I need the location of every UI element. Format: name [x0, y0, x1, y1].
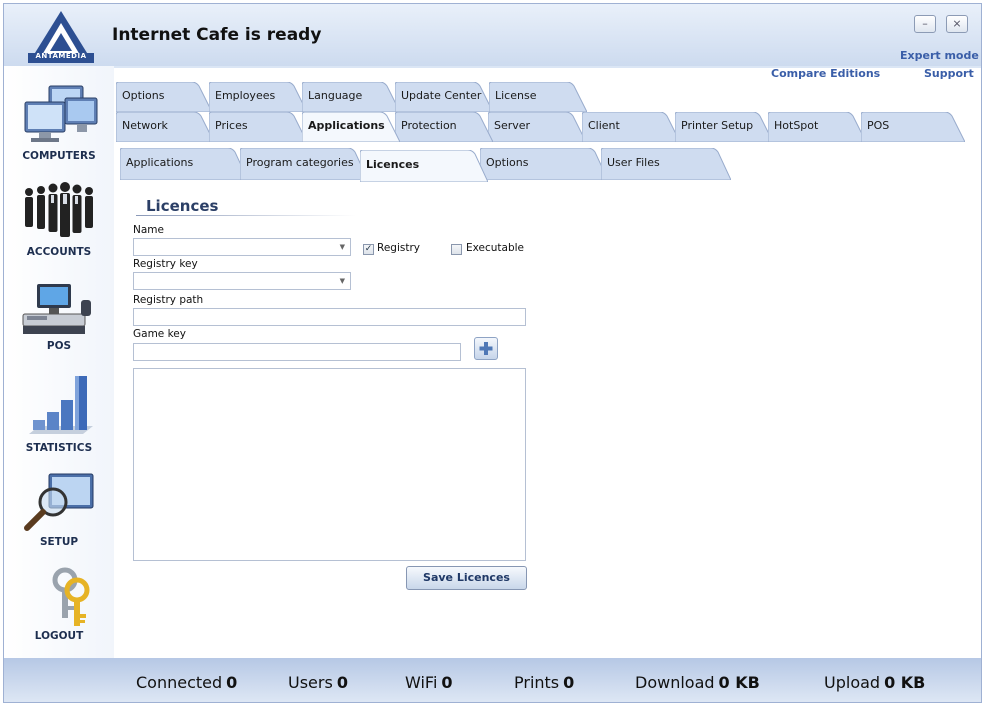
subtab-options[interactable]: Options — [480, 148, 608, 180]
licences-list[interactable] — [133, 368, 526, 561]
sidebar-item-computers[interactable]: COMPUTERS — [4, 84, 114, 162]
tab-language[interactable]: Language — [302, 82, 400, 112]
sidebar-item-label: POS — [46, 340, 72, 352]
subtab-program-categories[interactable]: Program categories — [240, 148, 368, 180]
tab-client[interactable]: Client — [582, 112, 680, 142]
title-bar: ANTAMEDIA Internet Cafe is ready – ⨯ Exp… — [4, 4, 981, 66]
status-connected: Connected 0 — [136, 673, 238, 692]
sidebar: COMPUTERS ACCOUNTS POS STATISTICS SETUP … — [4, 66, 114, 658]
setup-icon — [24, 473, 94, 531]
name-combo[interactable]: ▼ — [133, 238, 351, 256]
tab-license[interactable]: License — [489, 82, 587, 112]
section-divider — [136, 215, 356, 216]
subtab-applications[interactable]: Applications — [120, 148, 248, 180]
add-game-key-button[interactable] — [474, 337, 498, 360]
sidebar-item-label: STATISTICS — [25, 442, 93, 454]
name-label: Name — [133, 224, 164, 236]
sidebar-item-label: COMPUTERS — [22, 150, 96, 162]
statistics-icon — [29, 376, 93, 434]
executable-checkbox[interactable] — [451, 244, 462, 255]
status-users: Users 0 — [288, 673, 348, 692]
subtab-user-files[interactable]: User Files — [601, 148, 731, 180]
status-prints: Prints 0 — [514, 673, 575, 692]
registry-checkbox[interactable]: ✓ — [363, 244, 374, 255]
support-link[interactable]: Support — [924, 67, 974, 80]
tab-employees[interactable]: Employees — [209, 82, 307, 112]
expert-mode-link[interactable]: Expert mode — [900, 49, 979, 62]
plus-icon — [479, 342, 493, 355]
keys-icon — [52, 567, 90, 626]
tab-hotspot[interactable]: HotSpot — [768, 112, 866, 142]
subtab-licences[interactable]: Licences — [360, 150, 488, 182]
sidebar-item-label: SETUP — [39, 536, 79, 548]
logo-text: ANTAMEDIA — [35, 52, 87, 60]
game-key-input[interactable] — [133, 343, 461, 361]
minimize-button[interactable]: – — [914, 15, 936, 33]
tab-protection[interactable]: Protection — [395, 112, 493, 142]
registry-key-combo[interactable]: ▼ — [133, 272, 351, 290]
registry-label: Registry — [377, 242, 420, 254]
registry-path-label: Registry path — [133, 294, 204, 306]
accounts-icon — [25, 182, 93, 237]
status-upload: Upload 0 KB — [824, 673, 926, 692]
registry-key-label: Registry key — [133, 258, 198, 270]
tab-pos[interactable]: POS — [861, 112, 965, 142]
save-licences-button[interactable]: Save Licences — [406, 566, 527, 590]
main-window: ANTAMEDIA Internet Cafe is ready – ⨯ Exp… — [3, 3, 982, 703]
pos-icon — [22, 284, 91, 334]
status-wifi: WiFi 0 — [405, 673, 453, 692]
chevron-down-icon: ▼ — [339, 277, 345, 285]
registry-path-input[interactable] — [133, 308, 526, 326]
computers-icon — [24, 85, 98, 142]
sidebar-item-label: LOGOUT — [34, 630, 84, 642]
tab-server[interactable]: Server — [488, 112, 586, 142]
sidebar-item-pos[interactable]: POS — [4, 282, 114, 352]
app-title: Internet Cafe is ready — [112, 25, 322, 45]
sidebar-item-accounts[interactable]: ACCOUNTS — [4, 182, 114, 258]
tab-prices[interactable]: Prices — [209, 112, 307, 142]
sidebar-item-statistics[interactable]: STATISTICS — [4, 372, 114, 454]
sidebar-item-logout[interactable]: LOGOUT — [4, 566, 114, 642]
status-download: Download 0 KB — [635, 673, 760, 692]
game-key-label: Game key — [133, 328, 186, 340]
tab-network[interactable]: Network — [116, 112, 214, 142]
compare-editions-link[interactable]: Compare Editions — [771, 67, 880, 80]
tab-applications[interactable]: Applications — [302, 112, 400, 142]
tab-update-center[interactable]: Update Center — [395, 82, 493, 112]
tab-options[interactable]: Options — [116, 82, 212, 112]
sidebar-item-label: ACCOUNTS — [26, 246, 92, 258]
sidebar-item-setup[interactable]: SETUP — [4, 472, 114, 548]
close-button[interactable]: ⨯ — [946, 15, 968, 33]
tab-printer-setup[interactable]: Printer Setup — [675, 112, 773, 142]
executable-label: Executable — [466, 242, 525, 254]
section-title: Licences — [146, 197, 219, 215]
chevron-down-icon: ▼ — [339, 243, 345, 251]
